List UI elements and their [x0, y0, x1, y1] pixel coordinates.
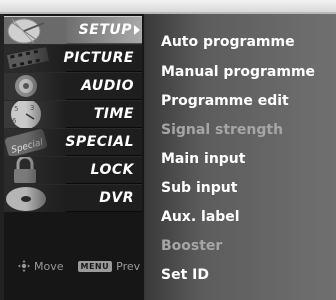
- menu-item-lock[interactable]: LOCK: [4, 156, 142, 184]
- osd-screen: SETUP PICTURE AUDIO 5 6 3 TIME Special S…: [0, 0, 336, 300]
- top-bezel: [0, 0, 336, 14]
- satellite-dish-icon: [4, 17, 66, 44]
- menu-item-label: DVR: [99, 190, 134, 206]
- move-arrows-icon: [18, 260, 30, 272]
- svg-text:5: 5: [14, 105, 18, 113]
- option-auto-programme[interactable]: Auto programme: [161, 34, 295, 54]
- menu-item-audio[interactable]: AUDIO: [4, 72, 142, 100]
- chevron-right-icon: [134, 25, 140, 35]
- option-signal-strength: Signal strength: [161, 122, 284, 138]
- menu-item-setup[interactable]: SETUP: [4, 16, 142, 44]
- padlock-icon: [4, 157, 66, 184]
- menu-item-label: SPECIAL: [65, 134, 134, 150]
- menu-item-label: TIME: [93, 106, 134, 122]
- svg-text:3: 3: [30, 104, 34, 112]
- menu-item-label: SETUP: [78, 22, 132, 38]
- move-hint-label: Move: [34, 259, 64, 273]
- menu-item-label: LOCK: [90, 162, 134, 178]
- menu-key-icon: MENU: [77, 260, 113, 272]
- speaker-icon: [4, 73, 66, 100]
- special-tag-icon: Special: [4, 129, 66, 156]
- menu-item-special[interactable]: Special SPECIAL: [4, 128, 142, 156]
- svg-text:6: 6: [12, 117, 17, 125]
- option-aux-label[interactable]: Aux. label: [161, 209, 240, 229]
- menu-item-dvr[interactable]: DVR: [4, 184, 142, 212]
- clock-icon: 5 6 3: [4, 101, 66, 128]
- menu-item-label: AUDIO: [81, 78, 134, 94]
- option-set-id[interactable]: Set ID: [161, 267, 209, 287]
- main-menu: SETUP PICTURE AUDIO 5 6 3 TIME Special S…: [4, 14, 144, 300]
- disc-icon: [4, 185, 66, 212]
- option-manual-programme[interactable]: Manual programme: [161, 64, 315, 84]
- menu-item-time[interactable]: 5 6 3 TIME: [4, 100, 142, 128]
- navigation-hint: Move MENU Prev: [18, 258, 140, 274]
- option-main-input[interactable]: Main input: [161, 151, 245, 171]
- menu-item-picture[interactable]: PICTURE: [4, 44, 142, 72]
- option-booster: Booster: [161, 238, 223, 254]
- menu-item-label: PICTURE: [63, 50, 134, 66]
- prev-hint-label: Prev: [116, 259, 141, 273]
- film-reel-icon: [4, 45, 66, 72]
- setup-submenu: Auto programme Manual programme Programm…: [145, 14, 336, 300]
- option-programme-edit[interactable]: Programme edit: [161, 93, 289, 113]
- option-sub-input[interactable]: Sub input: [161, 180, 237, 200]
